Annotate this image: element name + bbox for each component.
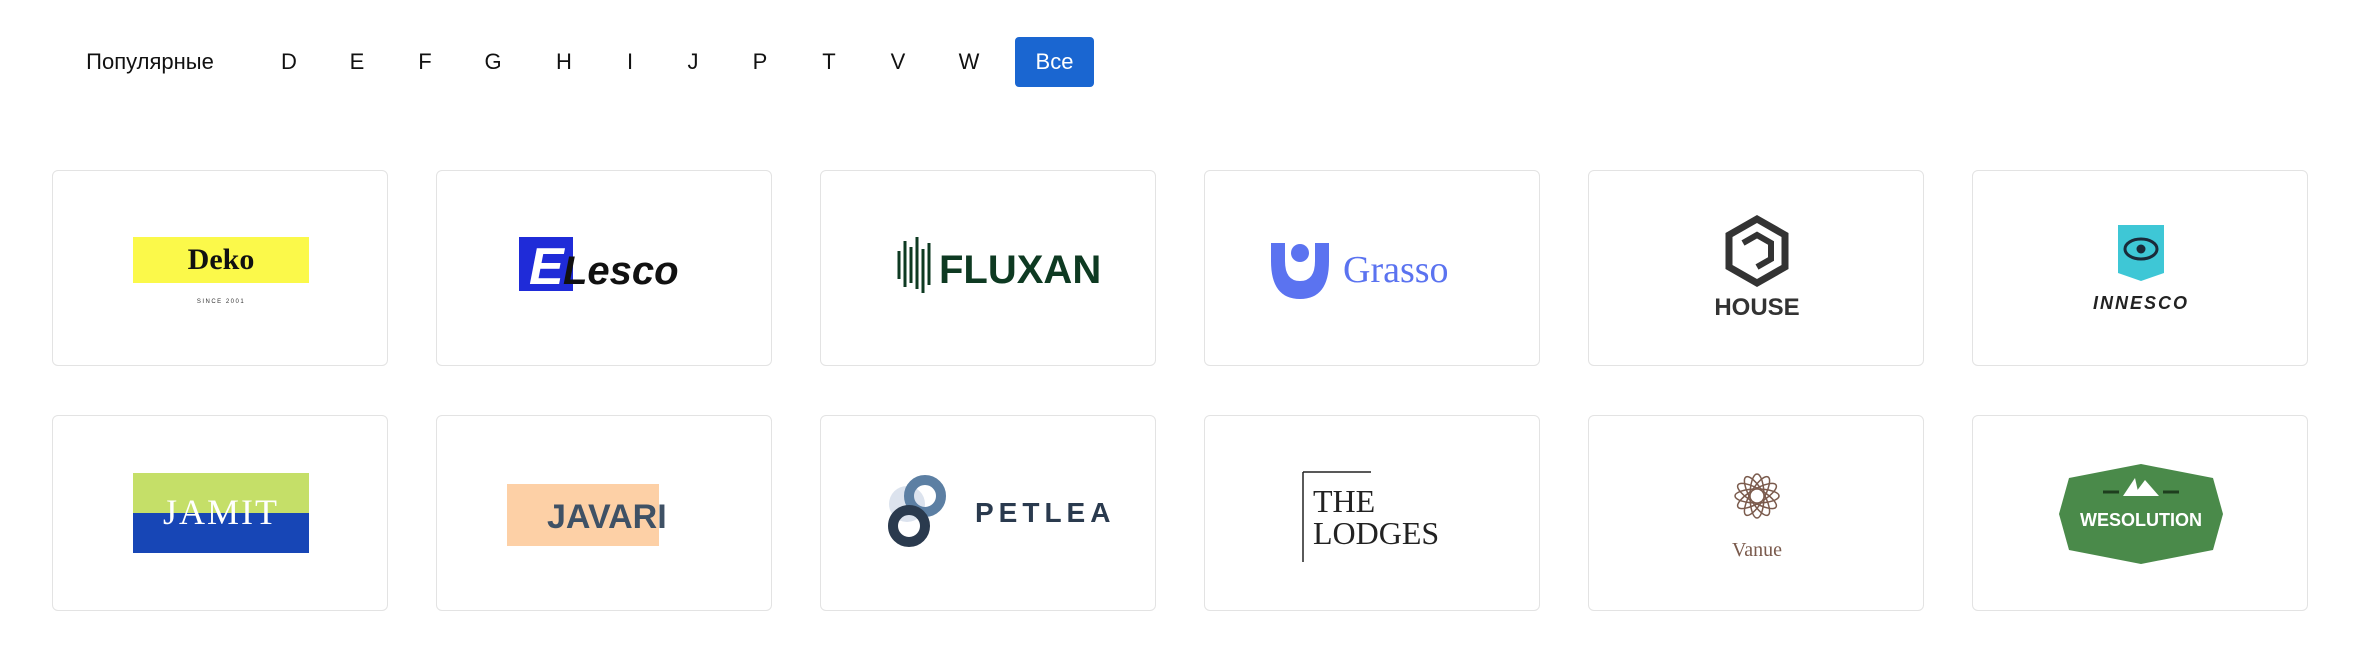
filter-letter-g[interactable]: G [474, 37, 512, 87]
lesco-logo: E Lesco [519, 237, 679, 296]
wesolution-logo: WESOLUTION [2059, 464, 2223, 564]
filter-letter-v[interactable]: V [879, 37, 917, 87]
deko-tagline: SINCE 2001 [197, 299, 245, 305]
filter-letter-j[interactable]: J [674, 37, 712, 87]
the-lodges-logo: THE LODGES [1302, 471, 1439, 562]
deko-wordmark: Deko [188, 243, 255, 276]
innesco-wordmark: INNESCO [2093, 293, 2189, 313]
house-hexagon-icon [1725, 214, 1789, 288]
filter-letter-i[interactable]: I [611, 37, 649, 87]
letter-filter-bar: Популярные D E F G H I J P T V W Все [0, 0, 2360, 130]
javari-wordmark: JAVARI [547, 498, 667, 536]
vanue-wordmark: Vanue [1732, 539, 1782, 561]
vanue-flower-icon [1734, 473, 1780, 519]
jamit-logo: JAMIT [133, 473, 309, 553]
fluxan-logo: FLUXAN [897, 237, 1101, 293]
grasso-logo: Grasso [1271, 243, 1449, 299]
house-inner-icon [1741, 231, 1774, 270]
brand-card-deko[interactable]: Deko SINCE 2001 [52, 170, 388, 366]
house-wordmark: HOUSE [1714, 294, 1799, 321]
petlea-dark-ring-icon [888, 505, 930, 547]
petlea-logo: PETLEA [888, 475, 1115, 547]
grasso-dot-icon [1291, 244, 1309, 262]
innesco-pupil-icon [2136, 244, 2146, 254]
filter-letter-w[interactable]: W [950, 37, 988, 87]
brand-card-grasso[interactable]: Grasso [1204, 170, 1540, 366]
lodges-line2: LODGES [1313, 515, 1439, 551]
filter-letter-t[interactable]: T [810, 37, 848, 87]
grasso-wordmark: Grasso [1343, 249, 1449, 291]
brand-card-innesco[interactable]: INNESCO [1972, 170, 2308, 366]
brand-card-house[interactable]: HOUSE [1588, 170, 1924, 366]
javari-logo: JAVARI [507, 484, 667, 546]
deko-logo: Deko SINCE 2001 [133, 237, 309, 305]
brand-card-petlea[interactable]: PETLEA [820, 415, 1156, 611]
brand-card-javari[interactable]: JAVARI [436, 415, 772, 611]
lesco-wordmark: Lesco [563, 249, 679, 293]
filter-letter-p[interactable]: P [741, 37, 779, 87]
lodges-line1: THE [1313, 483, 1375, 519]
brand-card-wesolution[interactable]: WESOLUTION [1972, 415, 2308, 611]
fluxan-wordmark: FLUXAN [939, 248, 1101, 292]
brand-card-the-lodges[interactable]: THE LODGES [1204, 415, 1540, 611]
filter-letter-e[interactable]: E [338, 37, 376, 87]
brand-card-vanue[interactable]: Vanue [1588, 415, 1924, 611]
lesco-mark: E [529, 238, 565, 296]
filter-letter-h[interactable]: H [545, 37, 583, 87]
filter-popular[interactable]: Популярные [70, 37, 230, 87]
filter-letter-d[interactable]: D [270, 37, 308, 87]
innesco-logo: INNESCO [2093, 225, 2189, 313]
wesolution-wordmark: WESOLUTION [2080, 510, 2202, 530]
jamit-wordmark: JAMIT [163, 492, 279, 532]
filter-all[interactable]: Все [1015, 37, 1094, 87]
brand-card-fluxan[interactable]: FLUXAN [820, 170, 1156, 366]
brand-card-lesco[interactable]: E Lesco [436, 170, 772, 366]
fluxan-bars-icon [897, 237, 931, 293]
filter-letter-f[interactable]: F [406, 37, 444, 87]
petlea-wordmark: PETLEA [975, 497, 1115, 528]
vanue-logo: Vanue [1732, 473, 1782, 561]
brand-card-jamit[interactable]: JAMIT [52, 415, 388, 611]
house-logo: HOUSE [1714, 214, 1800, 321]
